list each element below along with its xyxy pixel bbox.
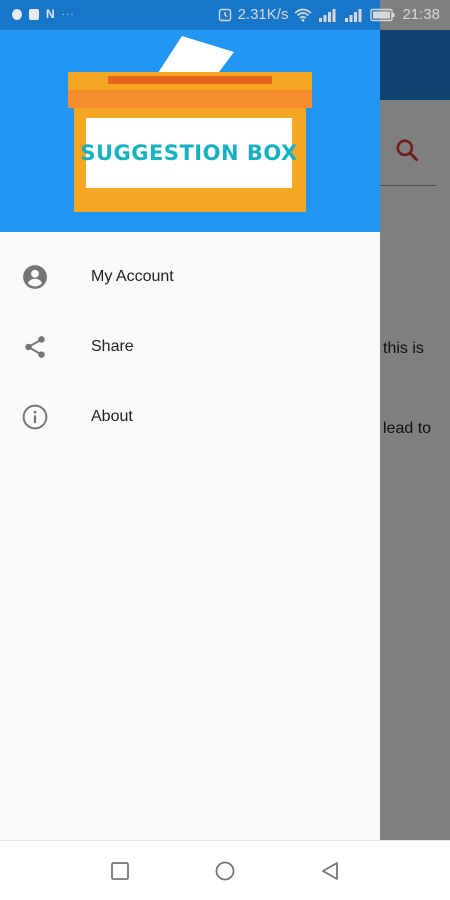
logo-label: SUGGESTION BOX: [80, 118, 297, 188]
signal-icon: [345, 8, 362, 22]
status-bar: N ··· 2.31K/s 21:38: [0, 0, 450, 30]
home-circle-icon[interactable]: [213, 859, 237, 883]
network-speed: 2.31K/s: [237, 6, 289, 23]
sim-icon: [29, 8, 39, 20]
status-left-icons: N ···: [12, 7, 75, 21]
menu-item-my-account[interactable]: My Account: [0, 242, 380, 312]
menu-item-label: Share: [91, 338, 134, 355]
alarm-icon: [218, 8, 231, 21]
status-right-icons: 2.31K/s 21:38: [218, 6, 440, 23]
overflow-dots-icon: ···: [61, 8, 75, 20]
battery-icon: [370, 8, 395, 21]
menu-item-label: My Account: [91, 268, 174, 285]
drawer-menu: My Account Share About: [0, 242, 380, 452]
status-time: 21:38: [402, 6, 440, 23]
drawer-header: SUGGESTION BOX: [0, 30, 380, 232]
menu-item-about[interactable]: About: [0, 382, 380, 452]
signal-icon: [319, 8, 336, 22]
recents-square-icon[interactable]: [108, 859, 132, 883]
share-icon: [25, 336, 45, 358]
shield-icon: [12, 8, 22, 20]
back-triangle-icon[interactable]: [318, 859, 342, 883]
navigation-drawer: SUGGESTION BOX My Account Share About: [0, 0, 380, 840]
menu-item-label: About: [91, 408, 133, 425]
system-navigation-bar: [0, 840, 450, 900]
wifi-icon: [294, 8, 312, 22]
menu-item-share[interactable]: Share: [0, 312, 380, 382]
notification-n-icon: N: [46, 7, 55, 21]
suggestion-box-logo: SUGGESTION BOX: [64, 32, 316, 212]
account-circle-icon: [23, 265, 47, 289]
logo-text: SUGGESTION BOX: [80, 141, 298, 165]
info-icon: [22, 404, 48, 430]
